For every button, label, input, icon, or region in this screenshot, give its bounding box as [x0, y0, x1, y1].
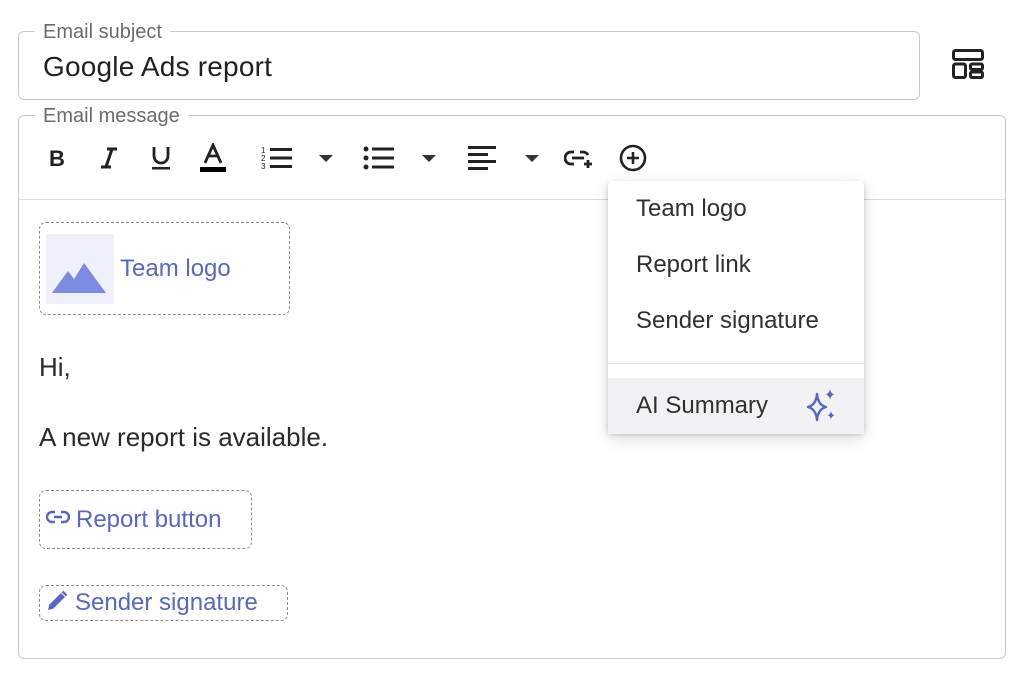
template-layout-button[interactable] [944, 44, 992, 88]
menu-item-team-logo[interactable]: Team logo [608, 181, 864, 237]
insert-link-button[interactable] [562, 140, 596, 176]
report-button-block[interactable]: Report button [39, 490, 252, 549]
chevron-down-icon [525, 154, 539, 162]
sender-signature-block[interactable]: Sender signature [39, 585, 288, 621]
align-dropdown[interactable] [521, 140, 543, 176]
svg-text:3: 3 [261, 162, 266, 171]
email-subject-field[interactable]: Email subject Google Ads report [18, 20, 920, 100]
svg-text:B: B [49, 147, 65, 169]
email-subject-input[interactable]: Google Ads report [43, 50, 272, 84]
numbered-list-button[interactable]: 123 [259, 140, 295, 176]
italic-button[interactable] [95, 140, 123, 176]
body-text-line: A new report is available. [39, 422, 329, 452]
layout-icon [951, 48, 985, 85]
bulleted-list-button[interactable] [361, 140, 397, 176]
mountain-icon [52, 259, 108, 304]
underline-button[interactable] [146, 140, 176, 176]
team-logo-label: Team logo [120, 254, 231, 282]
link-icon [45, 509, 71, 530]
menu-item-ai-summary[interactable]: AI Summary [608, 378, 864, 434]
sparkle-icon [804, 388, 838, 429]
menu-item-report-link[interactable]: Report link [608, 237, 864, 293]
bulleted-list-icon [363, 146, 395, 170]
add-circle-icon [619, 144, 647, 172]
bulleted-list-dropdown[interactable] [418, 140, 440, 176]
ai-summary-label: AI Summary [636, 392, 769, 419]
insert-placeholder-button[interactable] [617, 140, 649, 176]
align-left-icon [467, 145, 497, 171]
text-color-icon [199, 143, 227, 173]
italic-icon [99, 147, 119, 169]
chevron-down-icon [319, 154, 333, 162]
sender-signature-label: Sender signature [75, 589, 258, 616]
image-placeholder [46, 233, 114, 304]
bold-button[interactable]: B [43, 140, 71, 176]
menu-divider [608, 363, 864, 364]
insert-placeholder-menu: Team logo Report link Sender signature A… [608, 181, 864, 434]
team-logo-block[interactable]: Team logo [39, 222, 290, 315]
report-button-label: Report button [76, 505, 222, 533]
bold-icon: B [47, 147, 67, 169]
menu-item-sender-signature[interactable]: Sender signature [608, 293, 864, 349]
chevron-down-icon [422, 154, 436, 162]
numbered-list-dropdown[interactable] [315, 140, 337, 176]
text-color-button[interactable] [197, 140, 229, 176]
align-button[interactable] [465, 140, 499, 176]
numbered-list-icon: 123 [261, 145, 293, 171]
underline-icon [150, 145, 172, 171]
email-subject-legend: Email subject [35, 20, 170, 44]
greeting-text: Hi, [39, 352, 71, 382]
pencil-icon [46, 590, 68, 617]
insert-link-icon [564, 147, 594, 169]
